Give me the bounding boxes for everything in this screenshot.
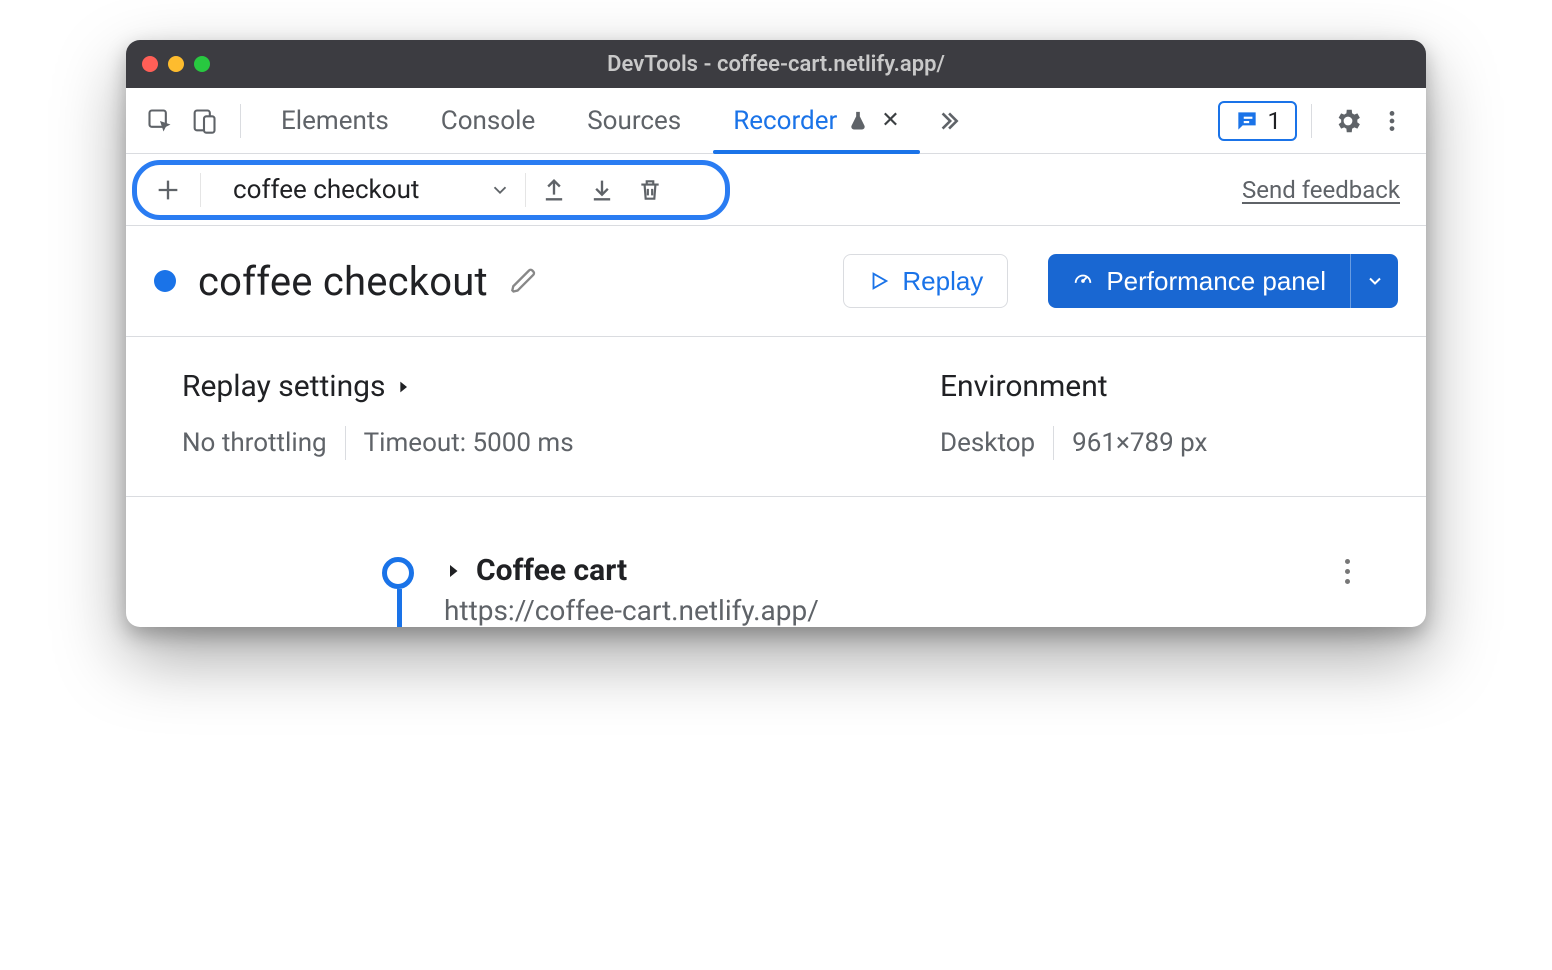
tab-label: Elements	[281, 106, 389, 136]
performance-dropdown-button[interactable]	[1350, 254, 1398, 308]
triangle-right-icon[interactable]	[444, 562, 462, 580]
import-recording-button[interactable]	[578, 166, 626, 214]
device-toggle-icon[interactable]	[182, 99, 226, 143]
divider	[525, 173, 526, 207]
issues-icon	[1234, 108, 1260, 134]
triangle-right-icon	[395, 379, 411, 395]
step-url: https://coffee-cart.netlify.app/	[444, 594, 1305, 627]
device-value: Desktop	[940, 428, 1035, 458]
recording-selector[interactable]: coffee checkout	[233, 175, 511, 205]
step-title: Coffee cart	[476, 553, 627, 588]
export-recording-button[interactable]	[530, 166, 578, 214]
throttling-value: No throttling	[182, 428, 327, 458]
viewport-value: 961×789 px	[1072, 428, 1207, 458]
tab-label: Recorder	[733, 106, 837, 136]
steps-panel: Coffee cart https://coffee-cart.netlify.…	[126, 497, 1426, 627]
edit-title-button[interactable]	[510, 267, 538, 295]
step-marker-icon	[382, 557, 414, 589]
new-recording-button[interactable]	[148, 170, 188, 210]
window-title: DevTools - coffee-cart.netlify.app/	[126, 52, 1426, 77]
close-window-button[interactable]	[142, 56, 158, 72]
replay-label: Replay	[902, 266, 983, 297]
divider	[1311, 104, 1312, 138]
window-controls	[142, 56, 210, 72]
section-title: Environment	[940, 369, 1108, 404]
environment-section: Environment Desktop 961×789 px	[940, 369, 1370, 460]
recording-selector-label: coffee checkout	[233, 175, 419, 205]
titlebar: DevTools - coffee-cart.netlify.app/	[126, 40, 1426, 88]
flask-icon	[847, 110, 869, 132]
divider	[345, 426, 346, 460]
timeout-value: Timeout: 5000 ms	[364, 428, 574, 458]
gauge-icon	[1072, 270, 1094, 292]
zoom-window-button[interactable]	[194, 56, 210, 72]
replay-settings-toggle[interactable]: Replay settings	[182, 369, 940, 404]
replay-button[interactable]: Replay	[843, 254, 1008, 308]
recorder-toolbar: coffee checkout Send feedback	[126, 154, 1426, 226]
send-feedback-link[interactable]: Send feedback	[1242, 176, 1400, 204]
replay-settings-section: Replay settings No throttling Timeout: 5…	[182, 369, 940, 460]
performance-label: Performance panel	[1106, 266, 1326, 297]
tab-label: Console	[441, 106, 535, 136]
chevron-down-icon	[489, 179, 511, 201]
recording-title: coffee checkout	[198, 258, 488, 305]
record-status-icon	[154, 270, 176, 292]
devtools-tabstrip: Elements Console Sources Recorder ✕ 1	[126, 88, 1426, 154]
step-connector	[397, 589, 402, 627]
play-icon	[868, 270, 890, 292]
devtools-window: DevTools - coffee-cart.netlify.app/ Elem…	[126, 40, 1426, 627]
settings-gear-icon[interactable]	[1326, 99, 1370, 143]
minimize-window-button[interactable]	[168, 56, 184, 72]
delete-recording-button[interactable]	[626, 166, 674, 214]
step-row[interactable]: Coffee cart https://coffee-cart.netlify.…	[182, 553, 1370, 627]
divider	[200, 173, 201, 207]
more-tabs-icon[interactable]	[926, 99, 970, 143]
section-title: Replay settings	[182, 369, 385, 404]
close-tab-icon[interactable]: ✕	[881, 108, 899, 133]
tab-sources[interactable]: Sources	[561, 88, 707, 153]
issues-chip[interactable]: 1	[1218, 101, 1298, 141]
performance-panel-button[interactable]: Performance panel	[1048, 254, 1350, 308]
tab-elements[interactable]: Elements	[255, 88, 415, 153]
divider	[1053, 426, 1054, 460]
recording-header: coffee checkout Replay Performance panel	[126, 226, 1426, 337]
tab-label: Sources	[587, 106, 681, 136]
issues-count: 1	[1268, 107, 1282, 135]
kebab-menu-icon[interactable]	[1370, 99, 1414, 143]
settings-row: Replay settings No throttling Timeout: 5…	[126, 337, 1426, 497]
inspect-element-icon[interactable]	[138, 99, 182, 143]
tab-recorder[interactable]: Recorder ✕	[707, 88, 926, 153]
tab-console[interactable]: Console	[415, 88, 561, 153]
divider	[240, 104, 241, 138]
step-menu-button[interactable]	[1335, 553, 1360, 590]
